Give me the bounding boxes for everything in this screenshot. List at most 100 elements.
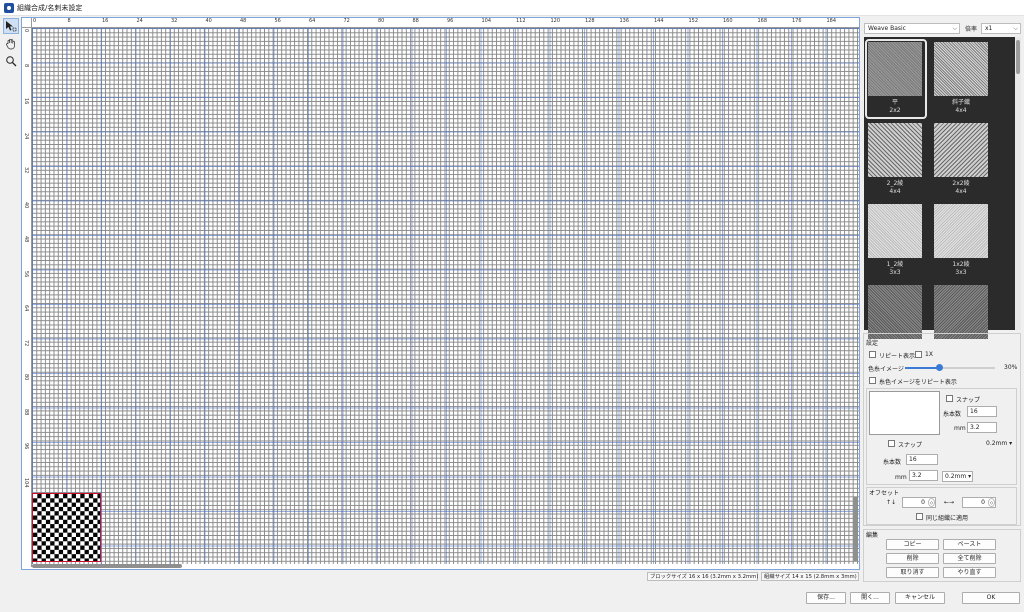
unit-select-top[interactable]: 0.2mm ▾ <box>986 440 1012 447</box>
weave-size: 4x4 <box>889 188 901 195</box>
count-bottom-field[interactable]: 16 <box>906 454 938 465</box>
ruler-top-label: 176 <box>792 18 802 24</box>
edit-title: 編集 <box>866 532 879 539</box>
window-title: 組織合成/名刺未設定 <box>17 4 83 12</box>
hand-icon <box>6 38 15 50</box>
weave-thumbnail[interactable] <box>868 204 922 258</box>
weave-pattern-block[interactable] <box>32 493 101 562</box>
paste-button[interactable]: ペースト <box>943 539 996 550</box>
weave-name: 斜子織 <box>951 99 970 106</box>
weave-thumbnail[interactable] <box>934 42 988 96</box>
ruler-top-label: 120 <box>550 18 561 24</box>
weave-label: 平 2x2 <box>860 99 930 115</box>
weave-thumbnail[interactable] <box>934 123 988 177</box>
ruler-top-label: 144 <box>654 18 664 24</box>
ruler-left-label: 64 <box>23 305 29 312</box>
title-bar <box>0 0 1024 16</box>
mm-bottom-field[interactable]: 3.2 <box>909 470 938 481</box>
select-tool-button[interactable] <box>3 18 19 34</box>
ruler-left-label: 104 <box>23 477 29 488</box>
weave-thumbnail[interactable] <box>868 42 922 96</box>
triangle-down-icon: ▾ <box>966 473 972 480</box>
horizontal-offset-spinner[interactable]: ◇ <box>988 498 995 507</box>
block-preview <box>869 391 940 435</box>
repeat-display-checkbox[interactable] <box>869 351 876 358</box>
ruler-left-label: 88 <box>23 408 29 415</box>
unit-select-bottom-value: 0.2mm <box>945 473 967 480</box>
ruler-top-label: 32 <box>171 18 178 24</box>
count-top-label: 糸本数 <box>943 411 962 418</box>
thread-repeat-checkbox[interactable] <box>869 377 876 384</box>
open-button[interactable]: 開く... <box>850 592 890 604</box>
ruler-top-label: 128 <box>585 18 595 24</box>
ruler-top-label: 72 <box>343 18 350 24</box>
delete-button[interactable]: 削除 <box>886 553 939 564</box>
offset-title: オフセット <box>869 490 900 497</box>
copy-button[interactable]: コピー <box>886 539 939 550</box>
ruler-top-label: 16 <box>102 18 109 24</box>
settings-title: 設定 <box>866 340 879 347</box>
weave-library-select[interactable]: Weave Basic ⌵ <box>864 23 960 34</box>
mm-top-field[interactable]: 3.2 <box>967 422 997 433</box>
one-x-checkbox[interactable] <box>915 351 922 358</box>
cancel-button[interactable]: キャンセル <box>895 592 945 604</box>
save-button[interactable]: 保存... <box>806 592 846 604</box>
snap-top-checkbox[interactable] <box>946 395 953 402</box>
weave-name: 平 <box>891 99 898 106</box>
vertical-offset-icon: ↑↓ <box>886 499 897 506</box>
gallery-scrollbar[interactable] <box>1015 37 1021 330</box>
hand-tool-button[interactable] <box>3 36 19 52</box>
weave-grid[interactable] <box>32 28 859 564</box>
ruler-left-label: 80 <box>23 374 29 381</box>
ruler-top: 0 8 16 24 32 40 48 56 64 72 80 88 96 104 112 120 128 136 1… <box>22 18 859 28</box>
weave-thumbnail[interactable] <box>934 285 988 339</box>
thread-image-label: 色糸イメージ <box>868 366 904 373</box>
thread-image-slider-fill <box>905 367 940 369</box>
weave-name: 1_2綾 <box>886 261 904 268</box>
delete-all-button[interactable]: 全て削除 <box>943 553 996 564</box>
ruler-left-label: 0 <box>23 29 29 33</box>
ruler-top-label: 96 <box>447 18 454 24</box>
horizontal-scrollbar[interactable] <box>32 564 182 568</box>
weave-library-value: Weave Basic <box>868 25 906 32</box>
weave-size: 3x3 <box>955 269 967 276</box>
ruler-left-label: 32 <box>23 167 29 174</box>
magnifier-icon <box>6 56 17 67</box>
vertical-offset-spinner[interactable]: ◇ <box>928 498 935 507</box>
thread-repeat-label: 糸色イメージをリピート表示 <box>879 379 957 386</box>
zoom-select[interactable]: x1 ⌵ <box>981 23 1021 34</box>
gallery-scroll-thumb[interactable] <box>1016 40 1020 74</box>
weave-thumbnail[interactable] <box>868 285 922 339</box>
weave-size-status: 組織サイズ 14 x 15 (2.8mm x 3mm) <box>761 572 859 581</box>
ruler-top-label: 64 <box>309 18 316 24</box>
weave-label: 2_2綾 4x4 <box>860 180 930 196</box>
weave-thumbnail[interactable] <box>934 204 988 258</box>
triangle-down-icon: ▾ <box>1007 440 1013 447</box>
ruler-corner <box>22 18 32 28</box>
vertical-scrollbar[interactable] <box>853 497 858 561</box>
zoom-tool-button[interactable] <box>3 53 19 69</box>
ruler-left-label: 72 <box>23 339 29 346</box>
chevron-down-icon: ⌵ <box>952 25 957 32</box>
ok-button[interactable]: OK <box>962 592 1020 604</box>
redo-button[interactable]: やり直す <box>943 567 996 578</box>
weave-thumbnail[interactable] <box>868 123 922 177</box>
ruler-top-label: 40 <box>205 18 212 24</box>
unit-select-bottom[interactable]: 0.2mm ▾ <box>942 471 973 482</box>
ruler-left-label: 96 <box>23 443 29 450</box>
count-top-field[interactable]: 16 <box>967 406 997 417</box>
ruler-top-label: 48 <box>240 18 247 24</box>
mm-bottom-label: mm <box>895 474 907 481</box>
apply-same-checkbox[interactable] <box>916 513 923 520</box>
ruler-top-label: 152 <box>688 18 699 24</box>
weave-size: 2x2 <box>889 107 901 114</box>
snap-bottom-checkbox[interactable] <box>888 440 895 447</box>
app-icon <box>4 3 14 13</box>
undo-button[interactable]: 取り消す <box>886 567 939 578</box>
one-x-label: 1X <box>925 351 933 358</box>
ruler-top-label: 24 <box>136 18 143 24</box>
ruler-top-label: 160 <box>723 18 733 24</box>
ruler-left-label: 48 <box>23 236 29 243</box>
ruler-top-label: 104 <box>481 18 492 24</box>
mm-top-label: mm <box>954 425 966 432</box>
